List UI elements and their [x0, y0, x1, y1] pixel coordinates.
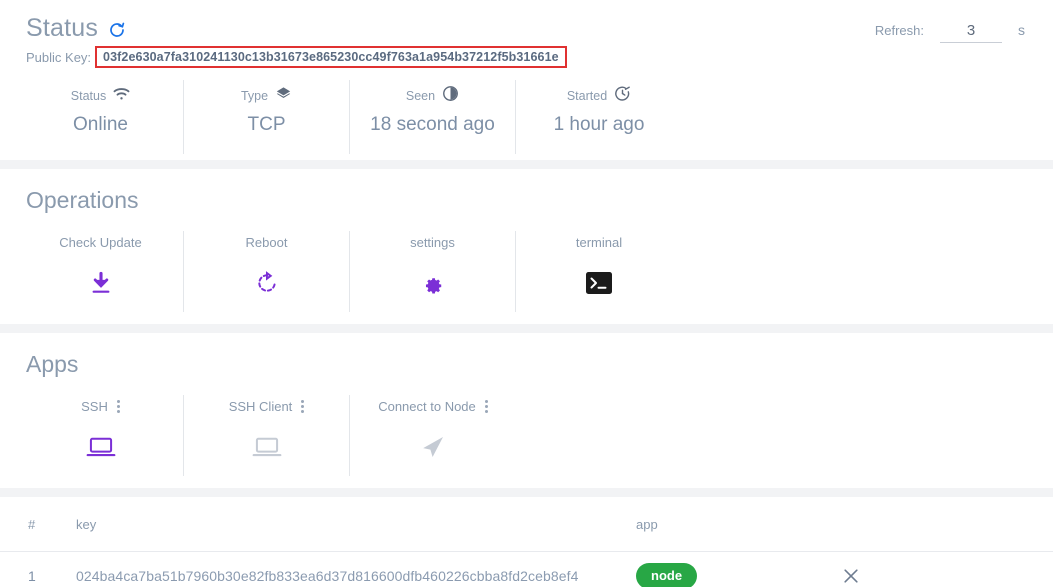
operation-reboot-label: Reboot: [245, 235, 288, 250]
gear-icon: [350, 268, 515, 298]
kebab-menu-icon[interactable]: [301, 400, 305, 413]
keys-table-card: # key app 1 024ba4ca7ba51b7960b30e82fb83…: [0, 497, 1053, 587]
refresh-icon[interactable]: [107, 20, 127, 40]
public-key-row: Public Key: 03f2e630a7fa310241130c13b316…: [0, 43, 1053, 68]
status-metric-started-label: Started: [566, 89, 608, 103]
table-header-app: app: [636, 516, 658, 532]
operations-title: Operations: [26, 187, 139, 213]
apps-card: Apps SSH SSH Client Connect to Node: [0, 333, 1053, 488]
app-ssh-client-label: SSH Client: [228, 399, 293, 414]
table-header-num: #: [28, 516, 36, 532]
status-metric-status: Status Online: [18, 80, 184, 154]
app-connect-to-node-label: Connect to Node: [378, 399, 476, 414]
app-ssh-client-head: SSH Client: [184, 399, 349, 414]
status-metric-seen: Seen 18 second ago: [350, 80, 516, 154]
status-metric-status-head: Status: [18, 86, 183, 106]
status-metric-type-label: Type: [240, 89, 269, 103]
status-metric-type-head: Type: [184, 86, 349, 106]
status-card: Status Refresh: s Public Key: 03f2e630a7…: [0, 0, 1053, 160]
download-icon: [18, 268, 183, 298]
refresh-label: Refresh:: [874, 23, 924, 38]
status-metric-type-value: TCP: [247, 114, 286, 135]
refresh-input[interactable]: [940, 22, 1002, 43]
status-metric-seen-label: Seen: [405, 89, 436, 103]
status-metric-status-label: Status: [70, 89, 107, 103]
status-metrics-row: Status Online Type TCP Seen 18 second ag…: [0, 80, 1053, 154]
status-title-wrap: Status: [26, 14, 127, 42]
apps-row: SSH SSH Client Connect to Node: [0, 395, 1053, 476]
apps-title: Apps: [26, 351, 79, 377]
status-metric-started: Started 1 hour ago: [516, 80, 682, 154]
app-connect-to-node[interactable]: Connect to Node: [350, 395, 516, 476]
app-ssh-head: SSH: [18, 399, 183, 414]
status-header: Status Refresh: s: [0, 0, 1053, 43]
laptop-icon: [184, 432, 349, 462]
operations-card: Operations Check Update Reboot settings …: [0, 169, 1053, 324]
terminal-icon: [516, 268, 682, 298]
table-row-actions: [841, 566, 981, 586]
paper-plane-icon: [350, 432, 516, 462]
operation-settings-label: settings: [410, 235, 455, 250]
status-metric-seen-value: 18 second ago: [370, 114, 495, 135]
operations-row: Check Update Reboot settings terminal: [0, 231, 1053, 312]
operation-check-update-label: Check Update: [59, 235, 142, 250]
status-metric-started-head: Started: [516, 86, 682, 106]
wifi-icon: [113, 87, 130, 106]
operation-settings[interactable]: settings: [350, 231, 516, 312]
close-icon[interactable]: [841, 566, 861, 586]
operation-reboot[interactable]: Reboot: [184, 231, 350, 312]
refresh-unit-label: s: [1018, 22, 1025, 38]
public-key-label: Public Key:: [26, 49, 92, 65]
table-row: 1 024ba4ca7ba51b7960b30e82fb833ea6d37d81…: [0, 551, 1053, 587]
app-root: Status Refresh: s Public Key: 03f2e630a7…: [0, 0, 1053, 587]
timer-icon: [614, 85, 631, 107]
table-header-key: key: [76, 516, 97, 532]
status-metric-seen-head: Seen: [350, 86, 515, 106]
table-header: # key app: [0, 497, 1053, 551]
public-key-value[interactable]: 03f2e630a7fa310241130c13b31673e865230cc4…: [95, 46, 567, 68]
table-row-app: node: [636, 562, 841, 587]
app-ssh-label: SSH: [81, 399, 108, 414]
operation-terminal-label: terminal: [575, 235, 623, 250]
restart-icon: [184, 268, 349, 298]
status-metric-started-value: 1 hour ago: [553, 114, 645, 135]
refresh-control: Refresh: s: [875, 22, 1025, 43]
table-row-num: 1: [28, 567, 36, 584]
operation-terminal[interactable]: terminal: [516, 231, 682, 312]
half-clock-icon: [442, 85, 459, 107]
page-title: Status: [26, 14, 99, 42]
status-metric-status-value: Online: [73, 114, 128, 135]
app-connect-to-node-head: Connect to Node: [350, 399, 516, 414]
kebab-menu-icon[interactable]: [116, 400, 120, 413]
kebab-menu-icon[interactable]: [484, 400, 488, 413]
operation-check-update[interactable]: Check Update: [18, 231, 184, 312]
laptop-icon: [18, 432, 183, 462]
layers-icon: [275, 86, 292, 107]
app-ssh-client[interactable]: SSH Client: [184, 395, 350, 476]
app-ssh[interactable]: SSH: [18, 395, 184, 476]
status-metric-type: Type TCP: [184, 80, 350, 154]
status-badge: node: [636, 562, 698, 587]
table-row-key: 024ba4ca7ba51b7960b30e82fb833ea6d37d8166…: [76, 567, 579, 584]
